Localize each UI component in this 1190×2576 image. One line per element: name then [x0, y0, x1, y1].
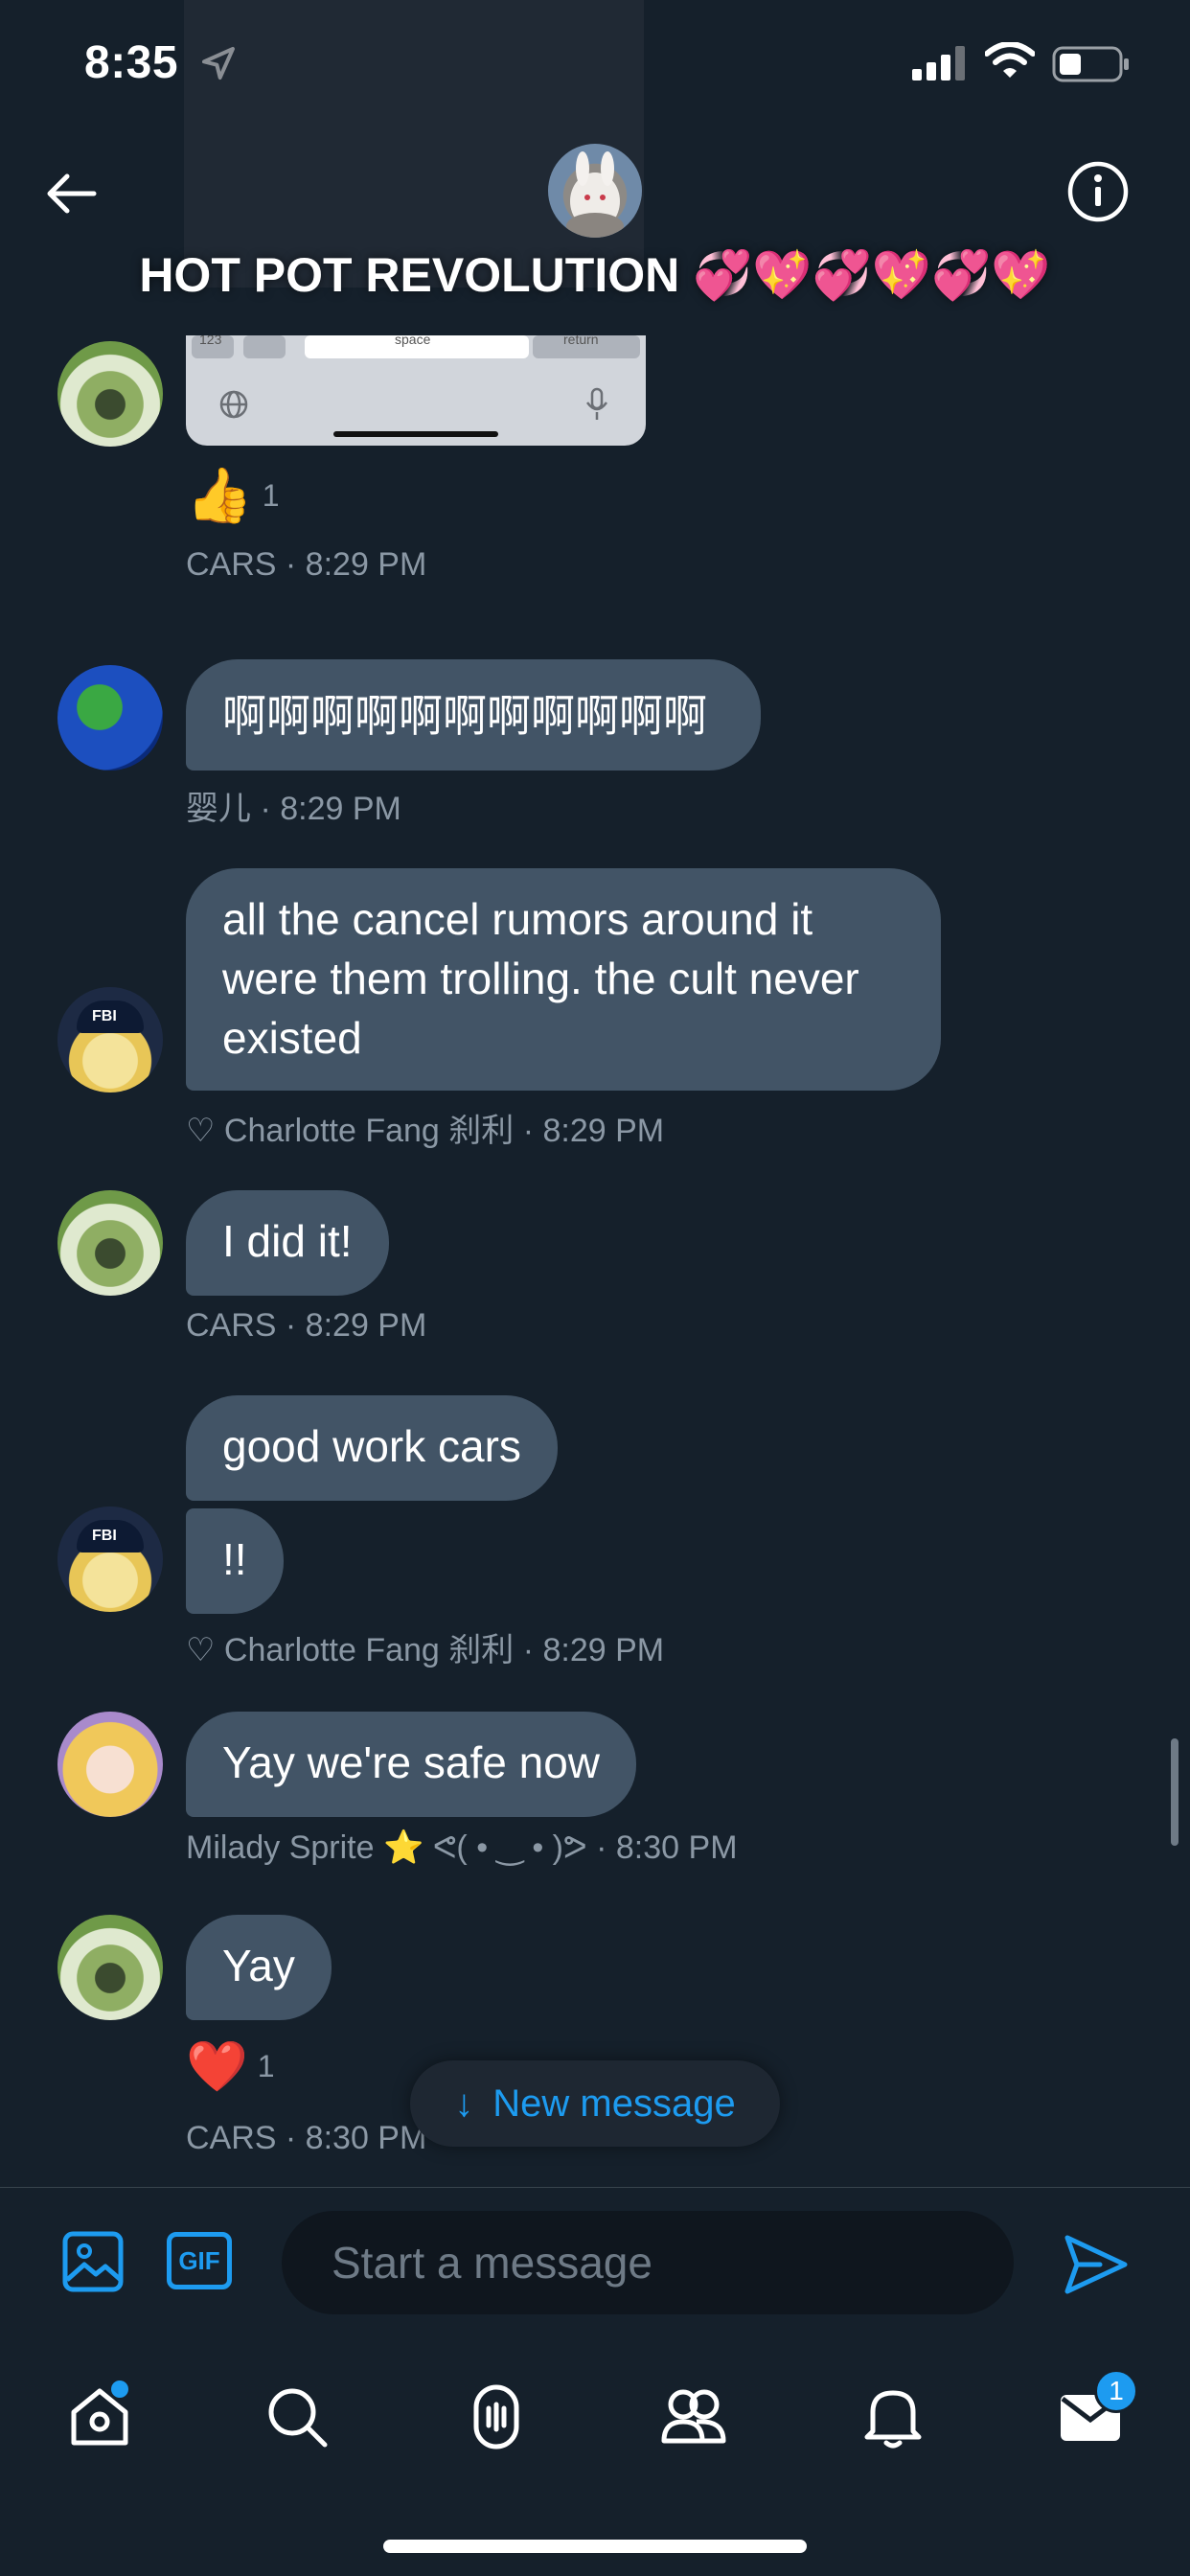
- reaction-count: 1: [257, 2049, 275, 2083]
- message-meta: CARS · 8:30 PM: [186, 2120, 427, 2156]
- notifications-icon: [864, 2390, 922, 2449]
- conversation-header: HOT POT REVOLUTION 💞💖💞💖💞💖: [0, 0, 1190, 335]
- messages-badge: 1: [1094, 2369, 1138, 2413]
- message-meta: ♡ Charlotte Fang 刹利 · 8:29 PM: [186, 1113, 665, 1149]
- group-title[interactable]: HOT POT REVOLUTION 💞💖💞💖💞💖: [0, 247, 1190, 304]
- reaction-thumbs-up[interactable]: 👍 1: [186, 464, 280, 527]
- spaces-icon: [473, 2384, 519, 2450]
- home-indicator[interactable]: [383, 2540, 807, 2553]
- avatar-charlotte-fang[interactable]: FBI: [57, 1506, 163, 1612]
- message-image[interactable]: 123 space return: [186, 335, 646, 446]
- search-icon: [268, 2388, 328, 2448]
- message-bubble[interactable]: Yay we're safe now: [186, 1712, 637, 1817]
- tab-communities[interactable]: [655, 2379, 732, 2455]
- message-meta: Milady Sprite ⭐ ᕙ( • ‿ • )ᕗ · 8:30 PM: [186, 1829, 738, 1866]
- avatar-cars[interactable]: [57, 1190, 163, 1296]
- keyboard-key-label: return: [563, 335, 599, 347]
- conversation-thread[interactable]: 123 space return 👍 1 CARS · 8:29 PM 啊啊啊啊…: [0, 335, 1190, 2185]
- message-bubble[interactable]: !!: [186, 1508, 284, 1614]
- message-composer: GIF: [0, 2187, 1190, 2334]
- new-message-button[interactable]: ↓ New message: [410, 2060, 780, 2147]
- new-message-label: New message: [492, 2082, 736, 2125]
- message-meta: CARS · 8:29 PM: [186, 1307, 427, 1344]
- message-meta: 婴儿 · 8:29 PM: [186, 791, 401, 827]
- avatar-charlotte-fang[interactable]: FBI: [57, 987, 163, 1092]
- reaction-count: 1: [262, 477, 280, 513]
- fbi-cap: FBI: [77, 1520, 144, 1552]
- reaction-heart[interactable]: ❤️ 1: [186, 2037, 275, 2096]
- message-input[interactable]: [282, 2211, 1014, 2314]
- home-badge-dot: [111, 2380, 128, 2398]
- avatar-cars[interactable]: [57, 341, 163, 447]
- scrolled-image-backdrop: [184, 0, 644, 288]
- message-bubble[interactable]: I did it!: [186, 1190, 389, 1296]
- bottom-tab-bar: 1: [0, 2334, 1190, 2576]
- tab-home[interactable]: [61, 2379, 138, 2455]
- cellular-signal-icon: [912, 46, 965, 80]
- keyboard-key-123: 123: [192, 335, 234, 358]
- thumbs-up-icon: 👍: [186, 465, 253, 525]
- scroll-indicator[interactable]: [1171, 1738, 1179, 1846]
- group-avatar-image: [566, 151, 624, 238]
- heart-icon: ❤️: [186, 2039, 248, 2095]
- arrow-left-icon: [47, 173, 97, 214]
- microphone-icon: [585, 387, 608, 420]
- gif-button[interactable]: GIF: [167, 2232, 232, 2289]
- send-icon[interactable]: [1062, 2230, 1131, 2299]
- tab-search[interactable]: [259, 2379, 335, 2455]
- message-bubble[interactable]: good work cars: [186, 1395, 558, 1501]
- message-bubble[interactable]: Yay: [186, 1915, 332, 2020]
- keyboard-key-space: space: [305, 335, 529, 358]
- communities-icon: [661, 2389, 726, 2444]
- avatar-cars[interactable]: [57, 1915, 163, 2020]
- keyboard-key-return: return: [533, 335, 640, 358]
- group-avatar[interactable]: [548, 144, 642, 238]
- fbi-cap: FBI: [77, 1000, 144, 1033]
- globe-icon: [219, 390, 248, 419]
- tab-messages[interactable]: 1: [1052, 2369, 1138, 2455]
- info-circle-icon[interactable]: [1065, 159, 1131, 224]
- tab-spaces[interactable]: [458, 2379, 535, 2455]
- avatar-baby[interactable]: [57, 665, 163, 770]
- image-icon[interactable]: [61, 2230, 125, 2293]
- status-time: 8:35: [84, 37, 179, 88]
- keyboard-key-label: space: [395, 335, 431, 347]
- wifi-icon: [985, 42, 1035, 78]
- arrow-down-icon: ↓: [454, 2082, 474, 2125]
- message-meta: CARS · 8:29 PM: [186, 546, 427, 583]
- message-bubble[interactable]: 啊啊啊啊啊啊啊啊啊啊啊: [186, 659, 761, 770]
- avatar-milady-sprite[interactable]: [57, 1712, 163, 1817]
- message-meta: ♡ Charlotte Fang 刹利 · 8:29 PM: [186, 1632, 665, 1668]
- back-button[interactable]: [40, 163, 102, 224]
- keyboard-key-emoji: [243, 335, 286, 358]
- keyboard-home-indicator: [333, 431, 498, 437]
- keyboard-key-label: 123: [199, 335, 222, 347]
- tab-notifications[interactable]: [855, 2379, 931, 2455]
- battery-icon: [1052, 46, 1129, 82]
- message-bubble[interactable]: all the cancel rumors around it were the…: [186, 868, 941, 1091]
